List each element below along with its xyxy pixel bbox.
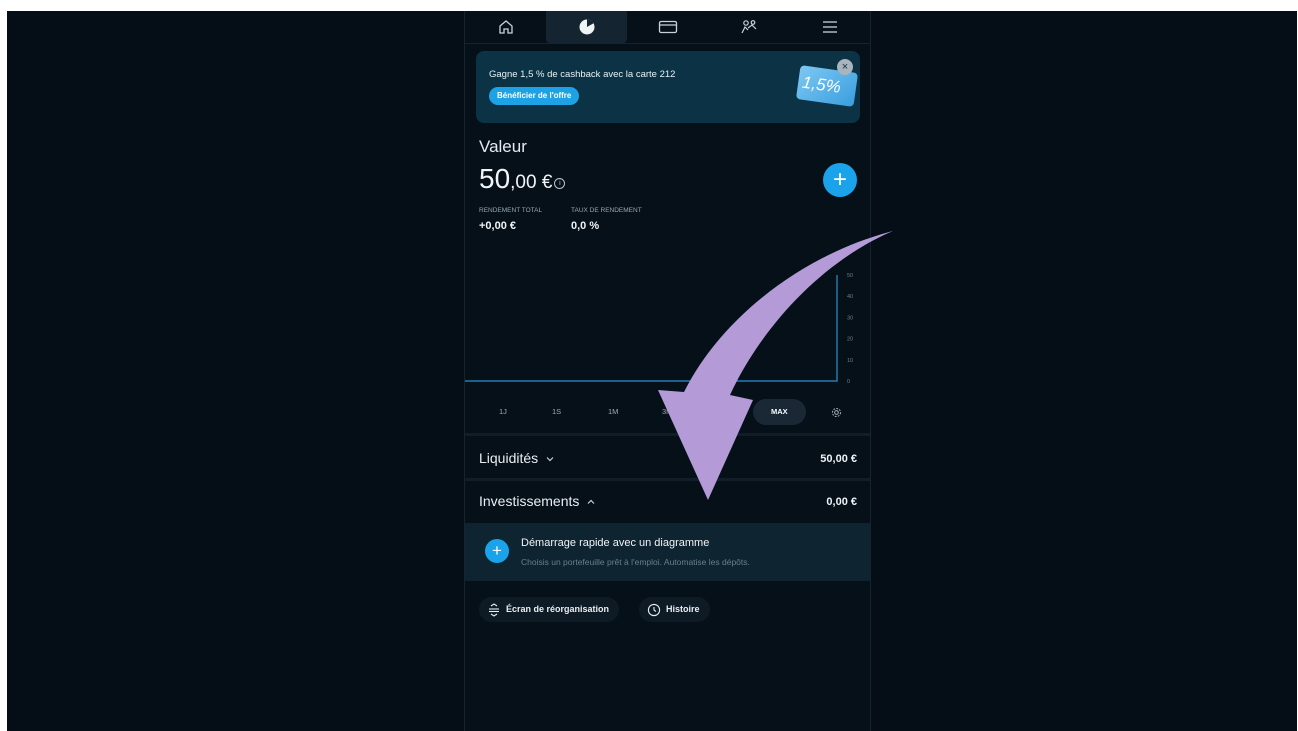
timeframe-max[interactable]: MAX (753, 399, 806, 425)
y-tick-label: 40 (847, 294, 853, 300)
history-button[interactable]: Histoire (639, 597, 710, 622)
nav-social-tab[interactable] (708, 11, 789, 43)
timeframe-3m[interactable]: 3M (662, 399, 672, 425)
y-tick-label: 50 (847, 273, 853, 279)
investissements-label: Investissements (479, 493, 580, 509)
timeframe-1w[interactable]: 1S (552, 399, 561, 425)
portfolio-value: 50,00 € i (479, 163, 566, 195)
chevron-down-icon (546, 457, 554, 462)
reorganize-screen-button[interactable]: Écran de réorganisation (479, 597, 620, 622)
investissements-value: 0,00 € (826, 496, 857, 508)
section-divider (465, 433, 870, 436)
timeframe-1m[interactable]: 1M (608, 399, 618, 425)
history-icon (647, 603, 661, 616)
nav-divider (465, 43, 870, 44)
quickstart-subtitle: Choisis un portefeuille prêt à l'emploi.… (521, 557, 750, 567)
y-tick-label: 20 (847, 337, 853, 343)
return-rate-value: 0,0 % (571, 220, 600, 232)
cashback-promo-banner: Gagne 1,5 % de cashback avec la carte 21… (476, 51, 860, 123)
nav-portfolio-tab[interactable] (546, 11, 627, 43)
portfolio-icon (579, 19, 594, 35)
quickstart-card[interactable]: + Démarrage rapide avec un diagramme Cho… (465, 523, 870, 581)
total-return-label: RENDEMENT TOTAL (479, 207, 543, 214)
value-decimal: ,00 € (510, 172, 553, 193)
y-tick-label: 10 (847, 358, 853, 364)
y-tick-label: 0 (847, 379, 850, 385)
return-rate-label: TAUX DE RENDEMENT (571, 207, 642, 214)
app-container: Gagne 1,5 % de cashback avec la carte 21… (464, 11, 871, 731)
liquidites-section-toggle[interactable]: Liquidités (479, 450, 555, 466)
quickstart-plus-icon: + (485, 539, 509, 563)
home-icon (498, 20, 513, 34)
promo-text: Gagne 1,5 % de cashback avec la carte 21… (489, 69, 676, 80)
nav-home-tab[interactable] (465, 11, 546, 43)
chevron-up-icon (587, 499, 595, 504)
top-nav (465, 11, 870, 43)
reorganize-label: Écran de réorganisation (506, 604, 610, 614)
quickstart-title: Démarrage rapide avec un diagramme (521, 537, 710, 549)
nav-menu-tab[interactable] (789, 11, 870, 43)
info-icon[interactable]: i (554, 178, 566, 190)
reorder-icon (489, 602, 499, 617)
liquidites-label: Liquidités (479, 450, 539, 466)
add-funds-button[interactable]: + (823, 163, 857, 197)
social-icon (740, 20, 756, 34)
section-divider (465, 478, 870, 481)
card-icon (658, 20, 677, 34)
investissements-section-toggle[interactable]: Investissements (479, 493, 596, 509)
value-chart: 50 40 30 20 10 0 (465, 273, 853, 385)
y-tick-label: 30 (847, 315, 853, 321)
total-return-value: +0,00 € (479, 220, 517, 232)
value-label: Valeur (479, 137, 527, 156)
value-line-series (465, 275, 838, 382)
value-integer: 50 (479, 163, 511, 194)
app-viewport: Gagne 1,5 % de cashback avec la carte 21… (7, 11, 1297, 731)
timeframe-1d[interactable]: 1J (499, 399, 507, 425)
nav-card-tab[interactable] (627, 11, 708, 43)
promo-offer-button[interactable]: Bénéficier de l'offre (489, 87, 580, 105)
gear-icon (831, 407, 842, 417)
close-promo-button[interactable]: × (837, 59, 853, 75)
menu-icon (822, 21, 837, 33)
chart-settings-button[interactable] (831, 399, 842, 425)
history-label: Histoire (666, 604, 700, 614)
liquidites-value: 50,00 € (820, 453, 857, 465)
